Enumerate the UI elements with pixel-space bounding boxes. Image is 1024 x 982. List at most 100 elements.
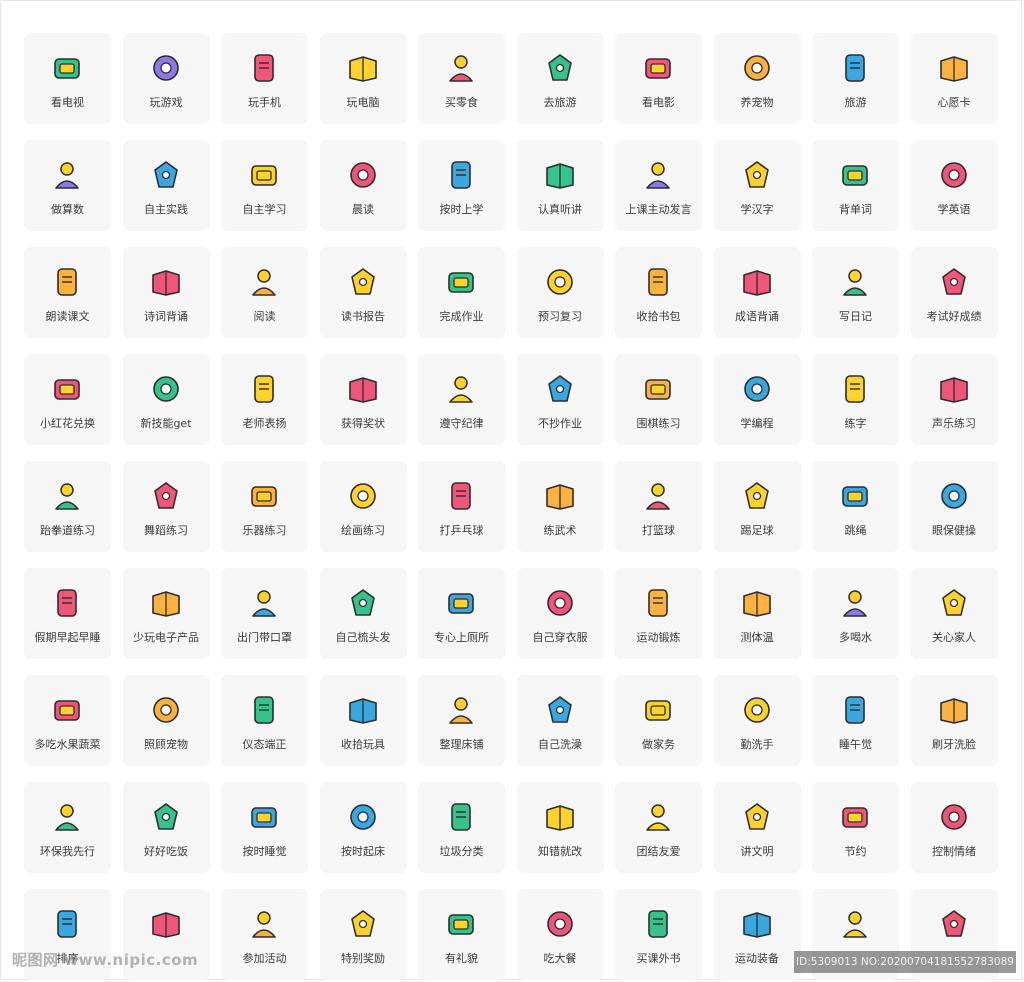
icon-tile-dress[interactable]: 自己穿衣服 — [516, 568, 604, 659]
icon-tile-school-building[interactable]: 按时上学 — [418, 140, 505, 231]
icon-tile-no-copy-pen[interactable]: 不抄作业 — [516, 354, 604, 445]
watermark-id: ID:5309013 NO:20200704181552783089 — [794, 951, 1016, 973]
icon-tile-toy-box[interactable]: 收拾玩具 — [319, 675, 407, 766]
icon-tile-film-reel[interactable]: 看电影 — [615, 33, 702, 124]
icon-tile-soccer-ball[interactable]: 踢足球 — [713, 461, 801, 552]
schoolbag-icon — [648, 268, 668, 296]
icon-tile-posture[interactable]: 仪态端正 — [221, 675, 308, 766]
icon-tile-moon-bed[interactable]: 按时睡觉 — [221, 782, 308, 873]
icon-tile-bear-face[interactable]: 照顾宠物 — [122, 675, 210, 766]
icon-tile-heart-bubble[interactable]: 关心家人 — [910, 568, 998, 659]
score-shield-icon — [941, 268, 966, 295]
icon-tile-dancer[interactable]: 舞蹈练习 — [122, 461, 210, 552]
icon-tile-scroll-report[interactable]: 读书报告 — [319, 247, 407, 338]
icon-tile-toothbrush[interactable]: 刷牙洗脸 — [910, 675, 998, 766]
icon-tile-word-book[interactable]: 背单词 — [812, 140, 899, 231]
icon-tile-red-flower[interactable]: 小红花兑换 — [24, 354, 111, 445]
icon-tile-running[interactable]: 运动锻炼 — [615, 568, 702, 659]
icon-tile-raise-hand[interactable]: 上课主动发言 — [615, 140, 702, 231]
icon-tile-check-circle[interactable]: 知错就改 — [516, 782, 604, 873]
icon-tile-friends-network[interactable]: 团结友爱 — [615, 782, 702, 873]
icon-tile-recycle-bin[interactable]: 垃圾分类 — [418, 782, 505, 873]
icon-tile-taekwondo[interactable]: 跆拳道练习 — [24, 461, 111, 552]
chinese-character-icon — [744, 161, 769, 188]
icon-tile-paint-palette[interactable]: 绘画练习 — [319, 461, 407, 552]
icon-tile-open-book[interactable]: 晨读 — [319, 140, 407, 231]
icon-tile-wish-card[interactable]: 心愿卡 — [910, 33, 998, 124]
icon-tile-go-board[interactable]: 围棋练习 — [615, 354, 702, 445]
certificate-icon — [348, 377, 377, 403]
icon-tile-schoolbag[interactable]: 收拾书包 — [615, 247, 702, 338]
icon-tile-diary-clipboard[interactable]: 写日记 — [812, 247, 899, 338]
icon-tile-trophy[interactable]: 特别奖励 — [319, 889, 407, 980]
icon-tile-cat[interactable]: 养宠物 — [713, 33, 801, 124]
icon-tile-bathtub[interactable]: 自己洗澡 — [516, 675, 604, 766]
icon-tile-certificate[interactable]: 获得奖状 — [319, 354, 407, 445]
icon-tile-books-stack[interactable]: 买课外书 — [615, 889, 702, 980]
icon-tile-face-mask[interactable]: 出门带口罩 — [221, 568, 308, 659]
icon-tile-gamepad[interactable]: 玩游戏 — [122, 33, 210, 124]
icon-tile-reading-person[interactable]: 阅读 — [221, 247, 308, 338]
icon-label: 不抄作业 — [538, 417, 582, 430]
icon-tile-candy[interactable]: 买零食 — [418, 33, 505, 124]
icon-tile-code-window[interactable]: 学编程 — [713, 354, 801, 445]
icon-tile-big-meal[interactable]: 吃大餐 — [516, 889, 604, 980]
icon-tile-no-phone[interactable]: 少玩电子产品 — [122, 568, 210, 659]
icon-tile-lips[interactable]: 声乐练习 — [910, 354, 998, 445]
icon-tile-cup[interactable]: 多喝水 — [812, 568, 899, 659]
icon-tile-toilet[interactable]: 专心上厕所 — [418, 568, 505, 659]
icon-label: 做算数 — [51, 203, 84, 216]
icon-tile-handshake[interactable]: 讲文明 — [713, 782, 801, 873]
pencil-ruler-icon — [251, 165, 277, 186]
icon-tile-idiom-scroll[interactable]: 成语背诵 — [713, 247, 801, 338]
icon-tile-calligraphy[interactable]: 练字 — [812, 354, 899, 445]
icon-tile-skill-book[interactable]: 新技能get — [122, 354, 210, 445]
icon-tile-score-shield[interactable]: 考试好成绩 — [910, 247, 998, 338]
icon-label: 测体温 — [740, 631, 774, 644]
icon-tile-trees[interactable]: 环保我先行 — [24, 782, 111, 873]
icon-tile-homework-notebook[interactable]: 完成作业 — [418, 247, 505, 338]
icon-tile-water-tap[interactable]: 节约 — [812, 782, 899, 873]
icon-tile-bed[interactable]: 整理床铺 — [418, 675, 505, 766]
icon-label: 心愿卡 — [937, 96, 971, 109]
icon-tile-hand-wash[interactable]: 勤洗手 — [713, 675, 801, 766]
icon-label: 特别奖励 — [341, 952, 385, 965]
icon-tile-guitar[interactable]: 乐器练习 — [221, 461, 308, 552]
icon-tile-rice-bowl[interactable]: 好好吃饭 — [122, 782, 210, 873]
icon-tile-nap-bed[interactable]: 睡午觉 — [812, 675, 899, 766]
icon-tile-broom[interactable]: 做家务 — [615, 675, 702, 766]
icon-tile-martial-arts[interactable]: 练武术 — [516, 461, 604, 552]
icon-tile-fire-emotion[interactable]: 控制情绪 — [910, 782, 998, 873]
icon-tile-eye[interactable]: 眼保健操 — [910, 461, 998, 552]
icon-tile-alarm-clock[interactable]: 假期早起早睡 — [24, 568, 111, 659]
icon-tile-reading-aloud[interactable]: 朗读课文 — [24, 247, 111, 338]
icon-tile-review-book[interactable]: 预习复习 — [516, 247, 604, 338]
icon-tile-sun-bed[interactable]: 按时起床 — [319, 782, 407, 873]
icon-tile-ping-pong[interactable]: 打乒乓球 — [418, 461, 505, 552]
icon-tile-ruler-triangle[interactable]: 做算数 — [24, 140, 111, 231]
icon-tile-thermometer[interactable]: 测体温 — [713, 568, 801, 659]
icon-tile-rules-book[interactable]: 遵守纪律 — [418, 354, 505, 445]
icon-tile-comb[interactable]: 自己梳头发 — [319, 568, 407, 659]
icon-tile-tv[interactable]: 看电视 — [24, 33, 111, 124]
icon-tile-mobile-phone[interactable]: 玩手机 — [221, 33, 308, 124]
icon-tile-airplane[interactable]: 旅游 — [812, 33, 899, 124]
icon-label: 读书报告 — [341, 310, 385, 323]
icon-tile-jump-rope[interactable]: 跳绳 — [812, 461, 899, 552]
icon-tile-abc-board[interactable]: 学英语 — [910, 140, 998, 231]
icon-tile-teacher-board[interactable]: 认真听讲 — [516, 140, 604, 231]
icon-label: 看电影 — [642, 96, 675, 109]
icon-tile-basketball[interactable]: 打篮球 — [615, 461, 702, 552]
icon-tile-balloons[interactable]: 参加活动 — [221, 889, 308, 980]
icon-tile-chinese-character[interactable]: 学汉字 — [713, 140, 801, 231]
icon-tile-fruit-vegetable[interactable]: 多吃水果蔬菜 — [24, 675, 111, 766]
icon-tile-thumbs-up[interactable]: 老师表扬 — [221, 354, 308, 445]
icon-tile-polite-people[interactable]: 有礼貌 — [418, 889, 505, 980]
icon-tile-scissors[interactable]: 自主实践 — [122, 140, 210, 231]
icon-tile-suitcase[interactable]: 去旅游 — [516, 33, 604, 124]
icon-tile-pencil-ruler[interactable]: 自主学习 — [221, 140, 308, 231]
icon-tile-sneaker[interactable]: 运动装备 — [713, 889, 801, 980]
icon-tile-poetry-book[interactable]: 诗词背诵 — [122, 247, 210, 338]
icon-label: 关心家人 — [932, 631, 976, 644]
icon-tile-computer-monitor[interactable]: 玩电脑 — [319, 33, 407, 124]
